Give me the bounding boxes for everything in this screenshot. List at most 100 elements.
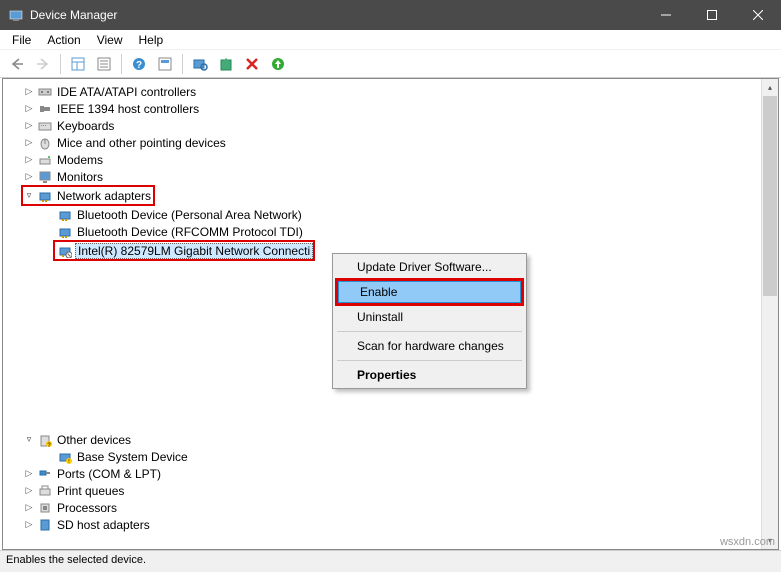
keyboard-icon — [37, 118, 53, 134]
update-driver-button[interactable] — [214, 52, 238, 76]
tree-item-bluetooth-rfcomm[interactable]: Bluetooth Device (RFCOMM Protocol TDI) — [3, 223, 778, 240]
tree-item-processors[interactable]: ▷ Processors — [3, 499, 778, 516]
tree-label: Modems — [55, 153, 105, 167]
chevron-right-icon[interactable]: ▷ — [23, 137, 35, 149]
svg-text:?: ? — [136, 60, 142, 71]
uninstall-button[interactable] — [240, 52, 264, 76]
highlight-intel-adapter: Intel(R) 82579LM Gigabit Network Connect… — [53, 240, 315, 261]
tree-label: IDE ATA/ATAPI controllers — [55, 85, 198, 99]
chevron-right-icon[interactable]: ▷ — [23, 120, 35, 132]
back-button[interactable] — [5, 52, 29, 76]
watermark: wsxdn.com — [720, 536, 775, 548]
processor-icon — [37, 500, 53, 516]
tree-item-network-adapters[interactable]: ▿ Network adapters — [23, 187, 153, 204]
context-enable[interactable]: Enable — [338, 281, 521, 303]
ports-icon — [37, 466, 53, 482]
context-uninstall[interactable]: Uninstall — [335, 306, 524, 328]
highlight-network-adapters: ▿ Network adapters — [21, 185, 155, 206]
mouse-icon — [37, 135, 53, 151]
network-adapter-icon — [57, 207, 73, 223]
enable-button[interactable] — [266, 52, 290, 76]
ieee-icon — [37, 101, 53, 117]
tree-label: Processors — [55, 501, 119, 515]
tree-label: Ports (COM & LPT) — [55, 467, 163, 481]
forward-button[interactable] — [31, 52, 55, 76]
tree-item-ieee[interactable]: ▷ IEEE 1394 host controllers — [3, 100, 778, 117]
tree-label: Other devices — [55, 433, 133, 447]
tree-label: SD host adapters — [55, 518, 152, 532]
tree-label: Print queues — [55, 484, 126, 498]
context-separator — [337, 331, 522, 332]
chevron-down-icon[interactable]: ▿ — [23, 434, 35, 446]
ide-icon — [37, 84, 53, 100]
monitor-icon — [37, 169, 53, 185]
scrollbar-thumb[interactable] — [763, 96, 777, 296]
context-update-driver[interactable]: Update Driver Software... — [335, 256, 524, 278]
chevron-right-icon[interactable]: ▷ — [23, 171, 35, 183]
scroll-up-icon[interactable]: ▴ — [762, 79, 778, 96]
chevron-right-icon[interactable]: ▷ — [23, 485, 35, 497]
help-button[interactable]: ? — [127, 52, 151, 76]
status-text: Enables the selected device. — [6, 554, 146, 569]
other-devices-icon: ? — [37, 432, 53, 448]
tree-item-monitors[interactable]: ▷ Monitors — [3, 168, 778, 185]
toolbar: ? — [0, 50, 781, 78]
modem-icon — [37, 152, 53, 168]
chevron-right-icon[interactable]: ▷ — [23, 502, 35, 514]
tree-item-intel-gigabit[interactable]: Intel(R) 82579LM Gigabit Network Connect… — [55, 242, 313, 259]
tree-item-other-devices[interactable]: ▿ ? Other devices — [3, 431, 778, 448]
printer-icon — [37, 483, 53, 499]
sd-host-icon — [37, 517, 53, 533]
tree-label: Bluetooth Device (Personal Area Network) — [75, 208, 304, 222]
context-separator — [337, 360, 522, 361]
tree-label: Intel(R) 82579LM Gigabit Network Connect… — [75, 243, 313, 259]
chevron-right-icon[interactable]: ▷ — [23, 468, 35, 480]
menu-action[interactable]: Action — [39, 31, 88, 49]
tree-item-ide[interactable]: ▷ IDE ATA/ATAPI controllers — [3, 83, 778, 100]
properties-button[interactable] — [153, 52, 177, 76]
tree-item-print-queues[interactable]: ▷ Print queues — [3, 482, 778, 499]
highlight-enable: Enable — [335, 278, 524, 306]
menu-file[interactable]: File — [4, 31, 39, 49]
tree-item-base-system[interactable]: ! Base System Device — [3, 448, 778, 465]
tree-item-keyboards[interactable]: ▷ Keyboards — [3, 117, 778, 134]
title-bar: Device Manager — [0, 0, 781, 30]
tree-label: IEEE 1394 host controllers — [55, 102, 201, 116]
network-adapter-icon — [57, 224, 73, 240]
network-adapter-disabled-icon — [57, 243, 73, 259]
close-button[interactable] — [735, 0, 781, 30]
tree-label: Network adapters — [55, 189, 153, 203]
vertical-scrollbar[interactable]: ▴ ▾ — [761, 79, 778, 549]
network-adapter-icon — [37, 188, 53, 204]
window-title: Device Manager — [30, 8, 643, 22]
chevron-right-icon[interactable]: ▷ — [23, 519, 35, 531]
unknown-device-icon: ! — [57, 449, 73, 465]
menu-view[interactable]: View — [89, 31, 131, 49]
chevron-down-icon[interactable]: ▿ — [23, 190, 35, 202]
show-hide-console-button[interactable] — [66, 52, 90, 76]
maximize-button[interactable] — [689, 0, 735, 30]
menu-help[interactable]: Help — [131, 31, 172, 49]
tree-label: Base System Device — [75, 450, 190, 464]
tree-label: Keyboards — [55, 119, 116, 133]
context-properties[interactable]: Properties — [335, 364, 524, 386]
context-menu: Update Driver Software... Enable Uninsta… — [332, 253, 527, 389]
chevron-right-icon[interactable]: ▷ — [23, 154, 35, 166]
tree-item-modems[interactable]: ▷ Modems — [3, 151, 778, 168]
action-menu-button[interactable] — [92, 52, 116, 76]
tree-item-ports[interactable]: ▷ Ports (COM & LPT) — [3, 465, 778, 482]
tree-label: Mice and other pointing devices — [55, 136, 228, 150]
tree-label: Bluetooth Device (RFCOMM Protocol TDI) — [75, 225, 305, 239]
chevron-right-icon[interactable]: ▷ — [23, 103, 35, 115]
tree-item-mice[interactable]: ▷ Mice and other pointing devices — [3, 134, 778, 151]
menu-bar: File Action View Help — [0, 30, 781, 50]
scan-hardware-button[interactable] — [188, 52, 212, 76]
svg-text:!: ! — [68, 459, 69, 464]
tree-item-bluetooth-pan[interactable]: Bluetooth Device (Personal Area Network) — [3, 206, 778, 223]
minimize-button[interactable] — [643, 0, 689, 30]
status-bar: Enables the selected device. — [0, 550, 781, 572]
context-scan-hardware[interactable]: Scan for hardware changes — [335, 335, 524, 357]
tree-item-sd-host[interactable]: ▷ SD host adapters — [3, 516, 778, 533]
tree-label: Monitors — [55, 170, 105, 184]
chevron-right-icon[interactable]: ▷ — [23, 86, 35, 98]
